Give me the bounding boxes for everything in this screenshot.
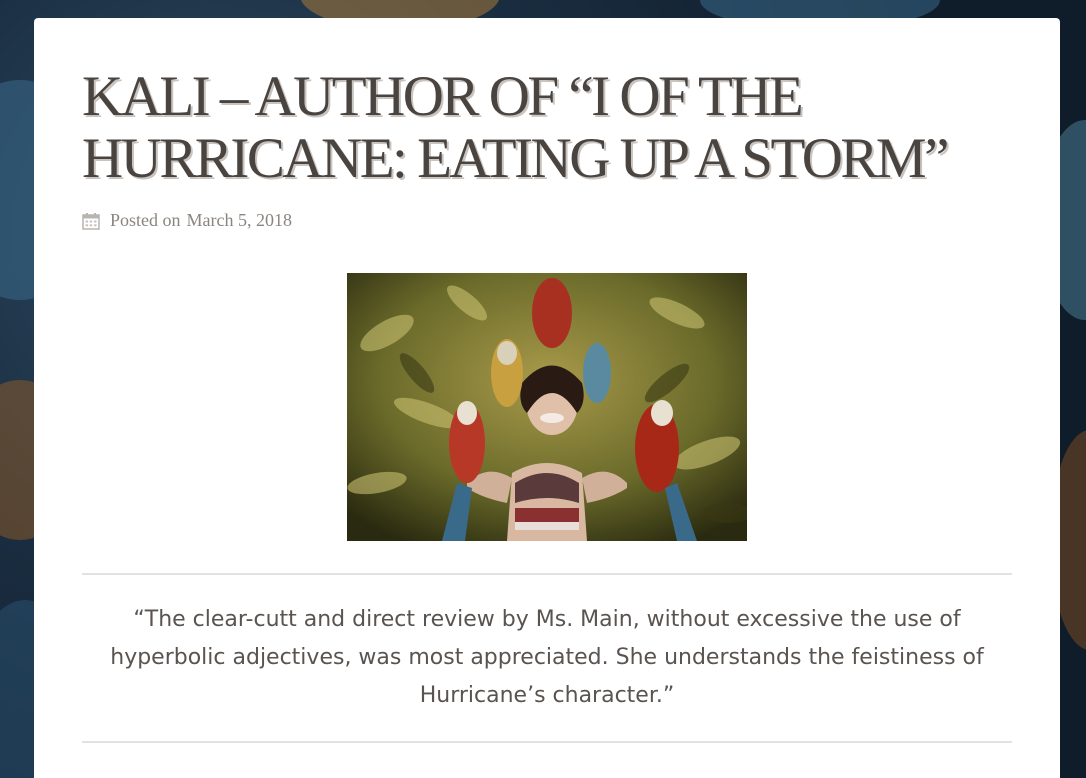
post-title: KALI – AUTHOR OF “I OF THE HURRICANE: EA… [82, 65, 949, 190]
review-quote: “The clear-cutt and direct review by Ms.… [82, 575, 1012, 743]
calendar-icon [82, 212, 100, 230]
posted-on-label: Posted on [110, 210, 181, 230]
featured-image [347, 273, 747, 541]
post-date-link[interactable]: March 5, 2018 [187, 210, 292, 231]
post-meta: Posted on March 5, 2018 [82, 210, 1012, 231]
post-card: KALI – AUTHOR OF “I OF THE HURRICANE: EA… [34, 18, 1060, 778]
